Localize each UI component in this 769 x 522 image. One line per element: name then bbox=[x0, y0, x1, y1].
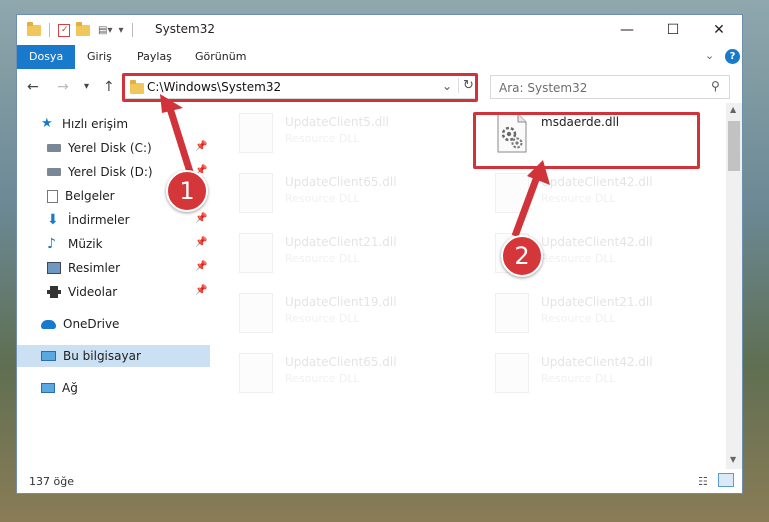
annotation-arrows bbox=[160, 94, 550, 238]
step-2-badge: 2 bbox=[501, 235, 543, 277]
arrow-2 bbox=[511, 172, 542, 238]
arrow-1-head bbox=[160, 94, 183, 113]
arrow-1 bbox=[164, 100, 194, 174]
step-1-badge: 1 bbox=[166, 170, 208, 212]
